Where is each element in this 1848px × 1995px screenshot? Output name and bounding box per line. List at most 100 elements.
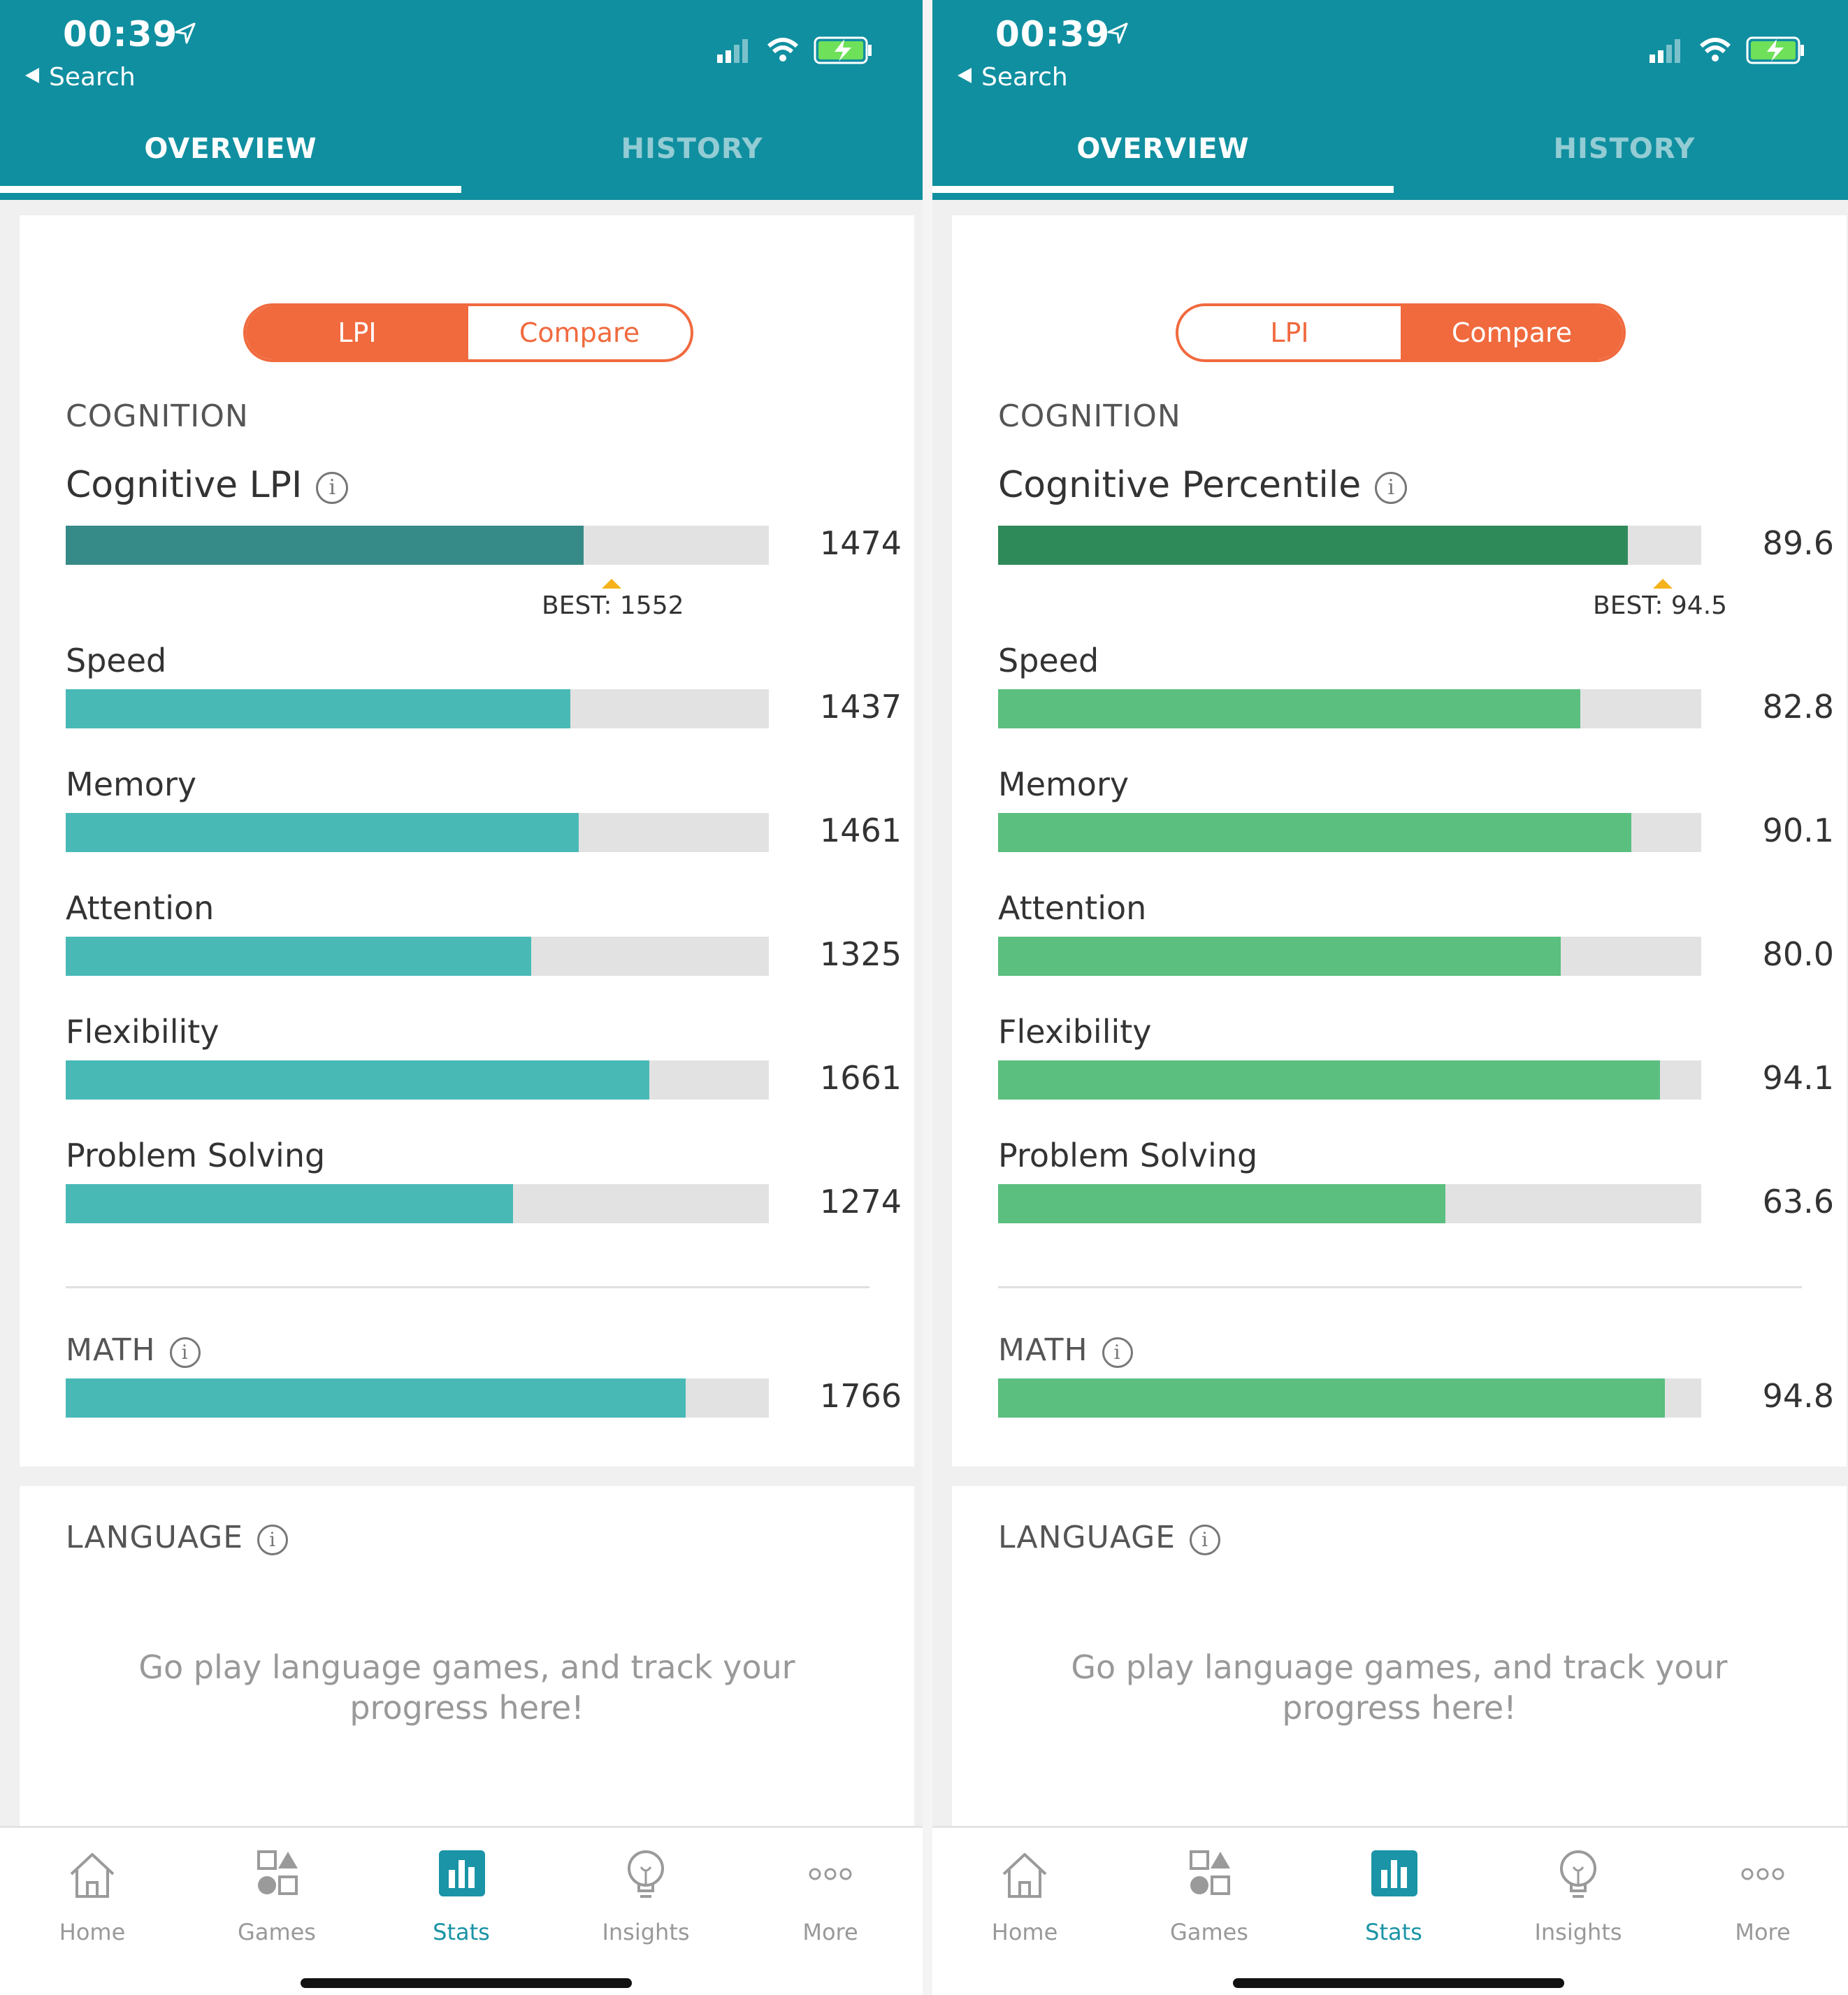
cognitive-metric-label: Cognitive Percentile — [998, 464, 1362, 506]
cognition-item-bar-fill — [66, 1060, 649, 1100]
math-score-bar-track — [998, 1378, 1701, 1418]
cognition-item-bar-value: 80.0 — [1762, 935, 1834, 973]
back-arrow-icon — [958, 68, 972, 83]
nav-label: Insights — [1534, 1919, 1622, 1945]
cognition-item-bar-track — [998, 937, 1701, 976]
nav-label: Home — [991, 1919, 1058, 1945]
nav-item-home[interactable]: Home — [0, 1841, 185, 1945]
cognition-item-bar-track — [998, 1184, 1701, 1223]
info-icon[interactable]: i — [1375, 472, 1408, 504]
language-card: LANGUAGE i Go play language games, and tra… — [952, 1486, 1847, 1826]
lpi-compare-toggle: LPI Compare — [1176, 303, 1626, 362]
home-icon — [64, 1846, 120, 1902]
info-icon[interactable]: i — [257, 1525, 289, 1555]
cognition-item-bar-track — [66, 1060, 769, 1100]
cognition-item-label: Speed — [998, 642, 1099, 679]
app-header: 00:39 Search OVERVIEW HISTORY — [932, 0, 1848, 200]
cognition-item-bar-value: 1325 — [819, 935, 902, 973]
cognition-item-label: Speed — [66, 642, 167, 679]
info-icon[interactable]: i — [169, 1337, 201, 1368]
math-score-bar-value: 94.8 — [1762, 1377, 1834, 1415]
cognitive-metric-title: Cognitive LPI i — [66, 464, 349, 506]
nav-item-more[interactable]: More — [1670, 1841, 1848, 1945]
nav-label: Stats — [433, 1919, 490, 1945]
nav-item-more[interactable]: More — [738, 1841, 923, 1945]
back-label: Search — [981, 63, 1068, 92]
cognition-item-bar-value: 1437 — [819, 688, 902, 726]
language-empty-message: Go play language games, and track your p… — [138, 1648, 795, 1727]
cognition-item-bar-fill — [66, 1184, 513, 1223]
cognition-item-label: Flexibility — [66, 1013, 219, 1051]
stats-icon — [433, 1846, 489, 1902]
nav-item-home[interactable]: Home — [932, 1841, 1117, 1945]
back-arrow-icon — [25, 68, 39, 83]
cognition-item-bar-fill — [66, 937, 531, 976]
toggle-lpi-button[interactable]: LPI — [246, 306, 468, 359]
math-score-bar-fill — [66, 1378, 686, 1418]
home-indicator — [1233, 1978, 1564, 1988]
active-tab-indicator — [0, 186, 461, 193]
cognition-item-bar-value: 82.8 — [1762, 688, 1834, 726]
nav-label: Stats — [1365, 1919, 1422, 1945]
location-arrow-icon — [1106, 21, 1129, 45]
phone-screen: 00:39 Search OVERVIEW HISTORY LPI Compare COGN… — [0, 0, 923, 1995]
cognition-item-bar-value: 1461 — [819, 812, 902, 849]
cognition-item-bar-track — [66, 813, 769, 852]
best-score-label: BEST: 1552 — [542, 591, 684, 620]
nav-item-games[interactable]: Games — [185, 1841, 369, 1945]
cognition-item-bar-fill — [998, 813, 1631, 852]
cognition-item-label: Attention — [66, 889, 215, 927]
overall-score-bar-track — [998, 526, 1701, 565]
info-icon[interactable]: i — [316, 472, 349, 504]
math-score-bar-track — [66, 1378, 769, 1418]
math-score-bar-fill — [998, 1378, 1665, 1418]
status-icons — [710, 32, 878, 67]
back-label: Search — [49, 63, 136, 92]
cognition-item-label: Problem Solving — [66, 1137, 326, 1174]
section-divider — [998, 1286, 1802, 1288]
info-icon[interactable]: i — [1102, 1337, 1133, 1368]
phone-screen: 00:39 Search OVERVIEW HISTORY LPI Compare COGN… — [932, 0, 1848, 1995]
tab-history[interactable]: HISTORY — [1394, 112, 1848, 200]
nav-label: Games — [238, 1919, 316, 1945]
app-header: 00:39 Search OVERVIEW HISTORY — [0, 0, 923, 200]
back-to-search-link[interactable]: Search — [958, 63, 1068, 92]
toggle-compare-button[interactable]: Compare — [1401, 306, 1623, 359]
language-title-label: LANGUAGE — [66, 1520, 244, 1555]
cognition-item-bar-fill — [998, 1060, 1660, 1100]
toggle-compare-button[interactable]: Compare — [468, 306, 691, 359]
toggle-lpi-button[interactable]: LPI — [1178, 306, 1401, 359]
language-section-title: LANGUAGE i — [998, 1520, 1221, 1555]
best-score-marker — [602, 579, 621, 589]
cognitive-metric-label: Cognitive LPI — [66, 464, 303, 506]
cognition-item-bar-fill — [998, 1184, 1445, 1223]
info-icon[interactable]: i — [1190, 1525, 1221, 1555]
cognition-item-bar-fill — [998, 689, 1580, 728]
nav-item-games[interactable]: Games — [1117, 1841, 1301, 1945]
cognition-item-bar-track — [66, 937, 769, 976]
cognition-item-label: Memory — [998, 765, 1129, 803]
nav-item-insights[interactable]: Insights — [554, 1841, 738, 1945]
nav-item-stats[interactable]: Stats — [369, 1841, 554, 1945]
comparison-screens: 00:39 Search OVERVIEW HISTORY LPI Compare COGN… — [0, 0, 1848, 1995]
nav-item-insights[interactable]: Insights — [1486, 1841, 1670, 1945]
cognitive-metric-title: Cognitive Percentile i — [998, 464, 1408, 506]
math-score-bar-value: 1766 — [819, 1377, 902, 1415]
nav-label: More — [802, 1919, 858, 1945]
cognition-item-bar-track — [998, 813, 1701, 852]
cognition-item-bar-track — [66, 1184, 769, 1223]
cognition-item-bar-value: 63.6 — [1762, 1183, 1834, 1220]
language-title-label: LANGUAGE — [998, 1520, 1176, 1555]
nav-label: Insights — [602, 1919, 690, 1945]
overall-score-bar-value: 1474 — [819, 524, 902, 562]
language-section-title: LANGUAGE i — [66, 1520, 289, 1555]
nav-item-stats[interactable]: Stats — [1301, 1841, 1486, 1945]
lpi-compare-toggle: LPI Compare — [243, 303, 693, 362]
overall-score-bar-track — [66, 526, 769, 565]
lightbulb-icon — [1550, 1846, 1606, 1902]
status-icons — [1643, 32, 1810, 67]
section-divider — [66, 1286, 869, 1288]
cognition-item-bar-fill — [66, 689, 570, 728]
tab-history[interactable]: HISTORY — [461, 112, 923, 200]
back-to-search-link[interactable]: Search — [25, 63, 136, 92]
